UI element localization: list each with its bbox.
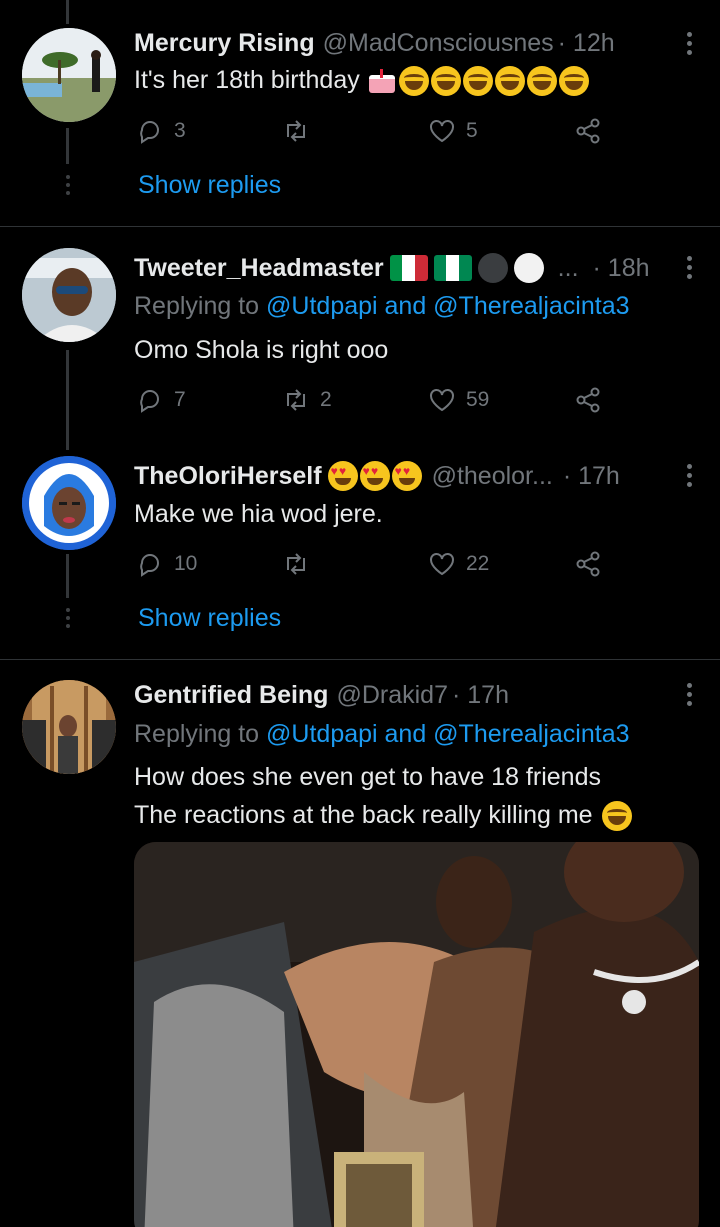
tweet-actions: 10 22 [136,549,606,579]
tweet-header: Gentrified Being @Drakid7 · 17h [134,678,690,712]
like-button[interactable]: 59 [428,385,489,415]
replying-to: Replying to @Utdpapi and @Therealjacinta… [134,720,630,748]
divider [0,659,720,660]
retweet-button[interactable]: 2 [282,385,332,415]
tweet-header: Mercury Rising @MadConsciousnes · 12h [134,26,690,60]
show-replies-link[interactable]: Show replies [138,604,281,633]
display-name[interactable]: TheOloriHerself [134,462,322,491]
divider [0,226,720,227]
tears-of-joy-icon [558,66,589,97]
reply-count: 7 [174,388,186,411]
timestamp[interactable]: · 12h [558,29,615,58]
italy-flag-icon [389,255,428,281]
thread-line [66,350,69,450]
reply-button[interactable]: 7 [136,385,186,415]
user-handle[interactable]: ... [558,254,579,283]
tweet-header: TheOloriHerself @theolor... · 17h [134,459,690,493]
share-icon [576,551,600,577]
like-count: 5 [466,119,478,142]
avatar-theoloriherself[interactable] [22,456,116,550]
retweet-button[interactable] [282,116,320,146]
replying-to-users-link[interactable]: @Utdpapi and @Therealjacinta3 [266,292,629,320]
reply-button[interactable]: 3 [136,116,186,146]
retweet-button[interactable] [282,549,320,579]
thread-line-top [66,0,69,24]
reply-icon [140,390,159,413]
heart-eyes-icon [359,461,390,491]
tweet-text: Omo Shola is right ooo [134,336,389,364]
reply-count: 10 [174,552,198,575]
tears-of-joy-icon [494,66,525,97]
retweet-icon [287,389,305,411]
black-circle-icon [477,253,508,283]
replying-to-users-link[interactable]: @Utdpapi and @Therealjacinta3 [266,720,629,748]
avatar-gentrified-being[interactable] [22,680,116,774]
retweet-icon [287,553,305,575]
share-icon [576,387,600,413]
replying-to: Replying to @Utdpapi and @Therealjacinta… [134,292,630,320]
share-icon [576,118,600,144]
heart-eyes-icon [391,461,422,491]
heart-eyes-icon [327,461,358,491]
more-options-icon[interactable] [687,256,692,283]
tweet-actions: 7 2 59 [136,385,606,415]
retweet-icon [287,120,305,142]
share-button[interactable] [574,549,602,579]
like-button[interactable]: 5 [428,116,478,146]
video-thumbnail[interactable] [134,842,699,1227]
share-button[interactable] [574,116,602,146]
timestamp[interactable]: · 17h [563,462,620,491]
tears-of-joy-icon [398,66,429,97]
thread-dots [66,608,70,632]
thread-line [66,128,69,164]
tweet-actions: 3 5 [136,116,606,146]
retweet-count: 2 [320,388,332,411]
birthday-cake-icon [367,67,397,95]
reply-icon [140,121,159,144]
like-button[interactable]: 22 [428,549,489,579]
user-handle[interactable]: @theolor... [432,462,553,491]
nigeria-flag-icon [433,255,472,281]
like-count: 59 [466,388,490,411]
tweet-header: Tweeter_Headmaster ... · 18h [134,251,690,285]
display-name[interactable]: Gentrified Being [134,681,328,710]
more-options-icon[interactable] [687,32,692,59]
heart-icon [430,389,454,412]
tears-of-joy-icon [430,66,461,97]
avatar-mercury-rising[interactable] [22,28,116,122]
tweet-text: How does she even get to have 18 friends… [134,758,700,834]
share-button[interactable] [574,385,602,415]
tweet-text: Make we hia wod jere. [134,500,383,528]
display-name[interactable]: Mercury Rising [134,29,315,58]
timestamp[interactable]: · 17h [452,681,509,710]
white-circle-icon [513,253,544,283]
tears-of-joy-icon [462,66,493,97]
timestamp[interactable]: · 18h [593,254,650,283]
more-options-icon[interactable] [687,464,692,491]
thread-dots [66,175,70,199]
user-handle[interactable]: @Drakid7 [336,681,448,710]
tears-of-joy-icon [601,801,632,832]
reply-count: 3 [174,119,186,142]
thread-line [66,554,69,598]
tears-of-joy-icon [526,66,557,97]
reply-icon [140,554,159,577]
show-replies-link[interactable]: Show replies [138,171,281,200]
user-handle[interactable]: @MadConsciousnes [323,29,554,58]
heart-icon [430,553,454,576]
like-count: 22 [466,552,490,575]
reply-button[interactable]: 10 [136,549,197,579]
tweet-text: It's her 18th birthday [134,61,700,99]
more-options-icon[interactable] [687,683,692,710]
avatar-tweeter-headmaster[interactable] [22,248,116,342]
heart-icon [430,120,454,143]
display-name[interactable]: Tweeter_Headmaster [134,254,384,283]
